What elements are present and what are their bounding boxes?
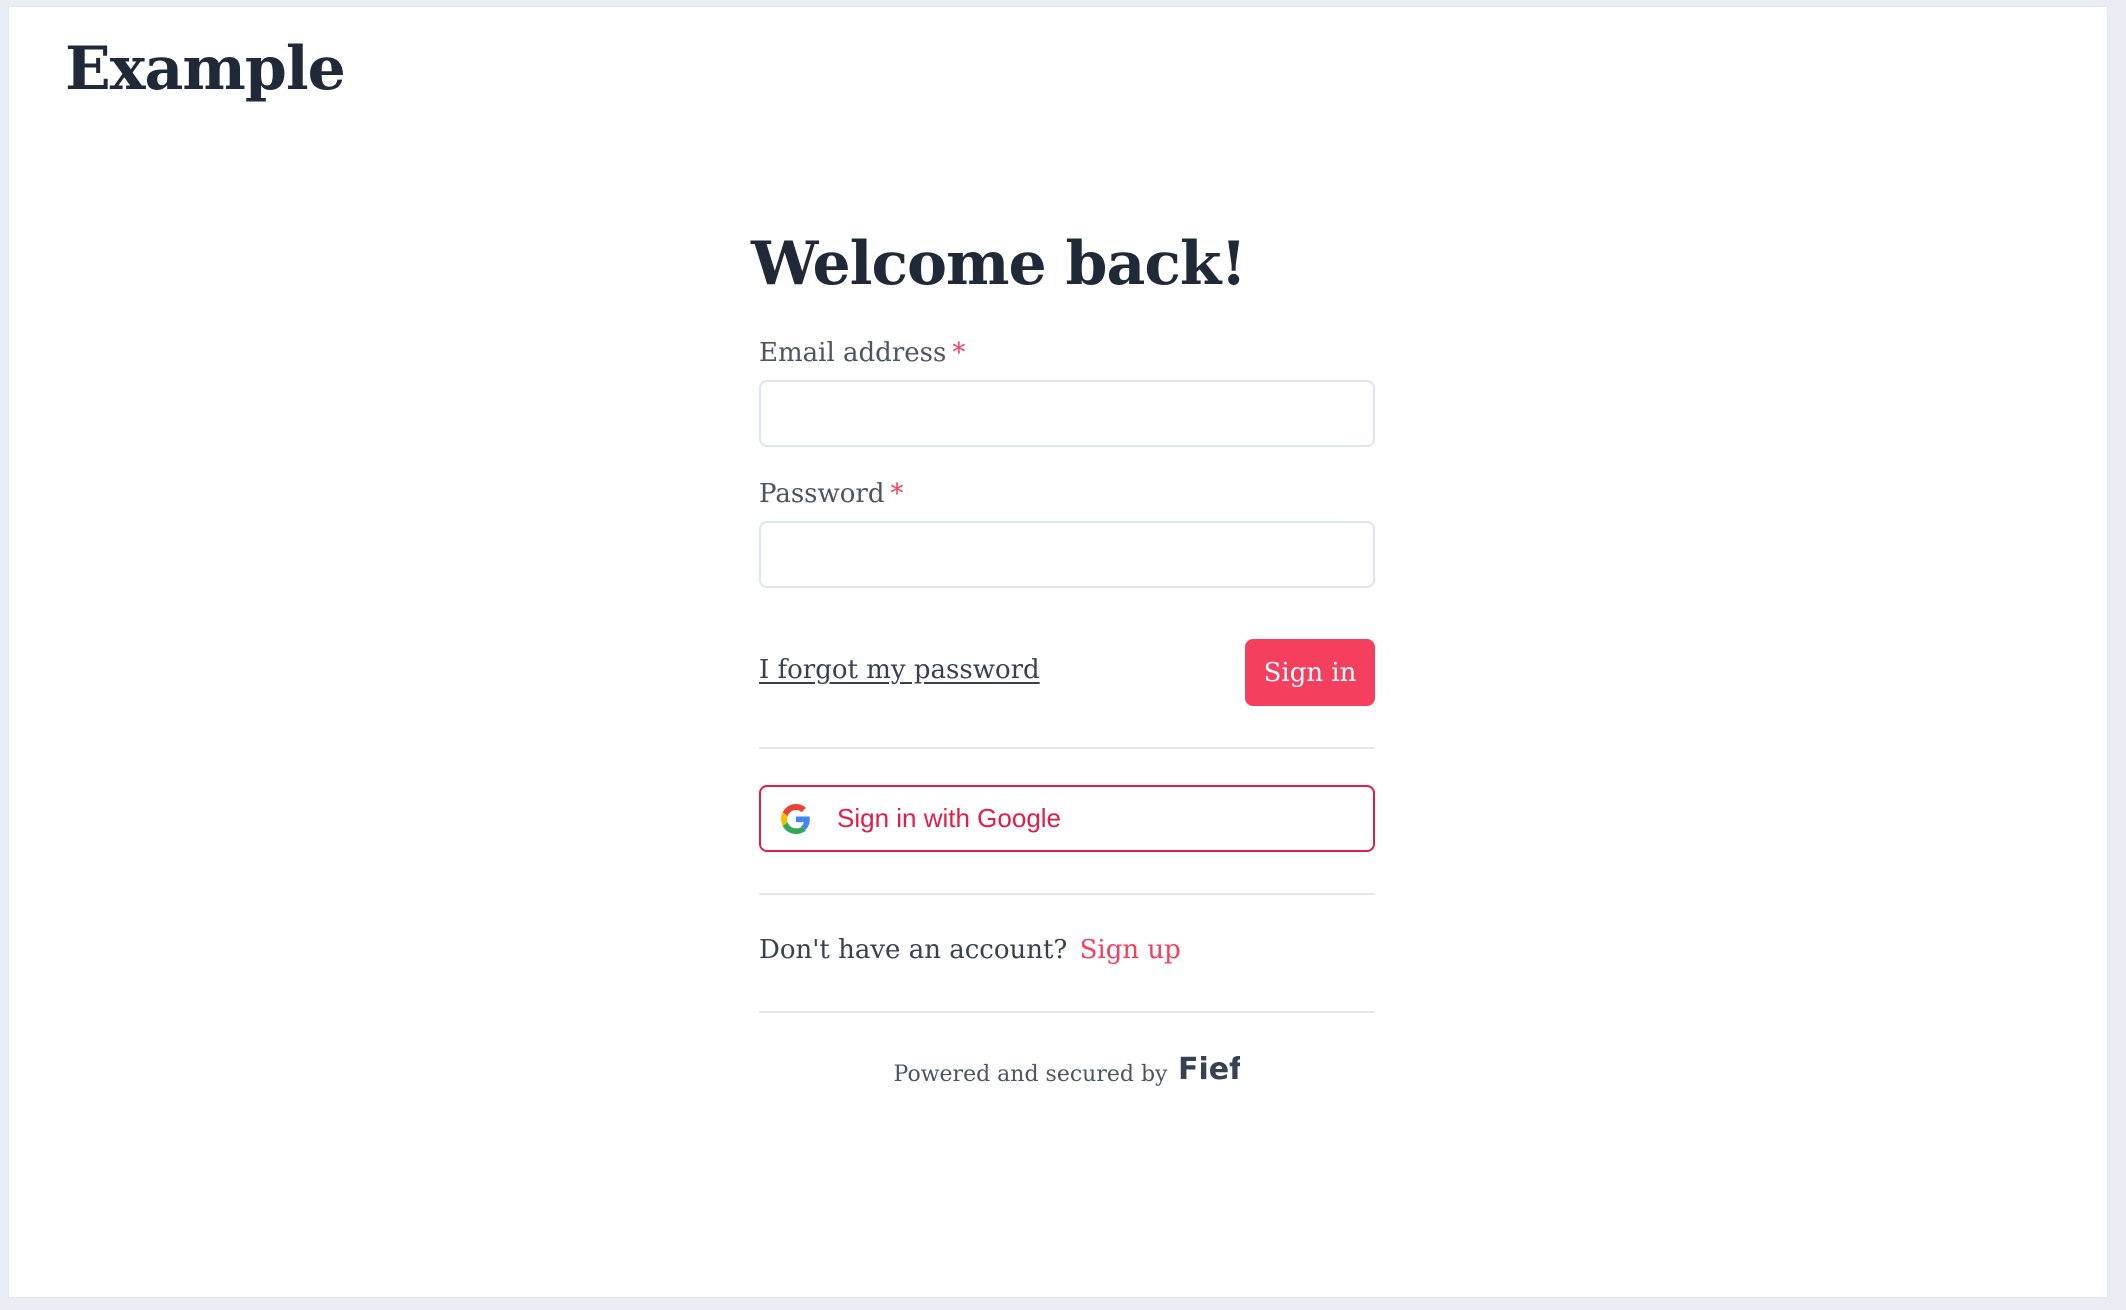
email-label: Email address * bbox=[759, 336, 965, 370]
fief-logo[interactable]: Fief bbox=[1178, 1052, 1243, 1091]
google-sign-in-button[interactable]: Sign in with Google bbox=[759, 785, 1375, 852]
signup-prompt: Don't have an account? Sign up bbox=[759, 933, 1181, 967]
powered-by-text: Powered and secured by bbox=[893, 1062, 1168, 1087]
email-label-text: Email address bbox=[759, 338, 947, 368]
email-field[interactable] bbox=[759, 380, 1375, 447]
page-title: Welcome back! bbox=[751, 229, 1247, 299]
brand-title: Example bbox=[65, 34, 346, 104]
divider bbox=[759, 893, 1375, 895]
sign-up-link[interactable]: Sign up bbox=[1080, 935, 1181, 965]
google-sign-in-label: Sign in with Google bbox=[837, 803, 1062, 833]
password-label: Password * bbox=[759, 477, 904, 511]
google-icon bbox=[781, 803, 811, 834]
password-label-text: Password bbox=[759, 479, 885, 509]
svg-text:Fief: Fief bbox=[1178, 1053, 1240, 1085]
login-page: Example Welcome back! Email address * Pas… bbox=[8, 6, 2108, 1298]
required-indicator: * bbox=[890, 479, 904, 509]
no-account-text: Don't have an account? bbox=[759, 935, 1068, 965]
divider bbox=[759, 747, 1375, 749]
divider bbox=[759, 1011, 1375, 1013]
sign-in-button[interactable]: Sign in bbox=[1245, 639, 1375, 706]
password-field[interactable] bbox=[759, 521, 1375, 588]
required-indicator: * bbox=[952, 338, 966, 368]
forgot-password-link[interactable]: I forgot my password bbox=[759, 653, 1040, 687]
powered-by: Powered and secured by Fief bbox=[759, 1052, 1375, 1091]
login-card: Welcome back! Email address * Password * I… bbox=[751, 227, 1375, 1087]
